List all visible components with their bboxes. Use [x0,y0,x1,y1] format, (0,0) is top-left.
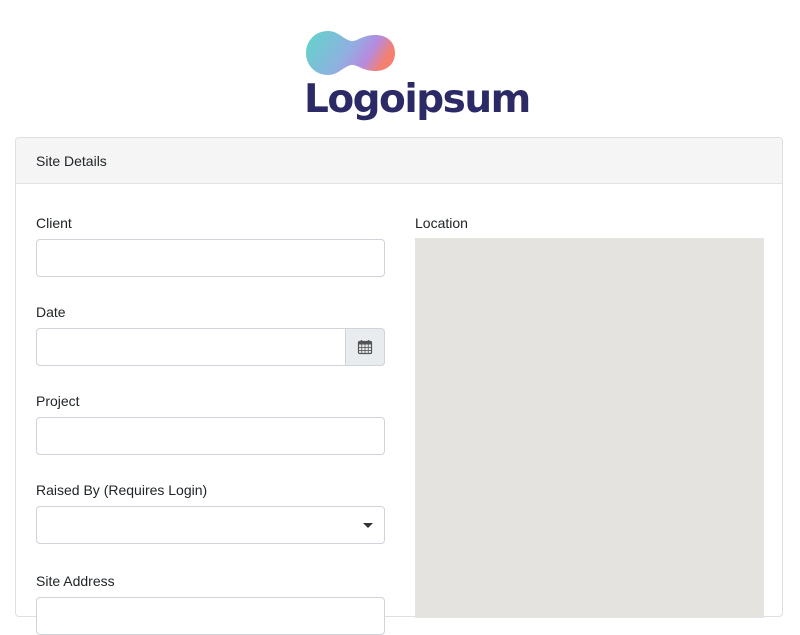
project-input[interactable] [36,417,385,455]
location-label: Location [415,215,468,231]
raised-by-select[interactable] [36,506,385,544]
logo: Logoipsum [0,0,800,130]
logo-mark-icon [306,31,395,75]
site-address-input[interactable] [36,597,385,635]
raised-by-label: Raised By (Requires Login) [36,482,208,498]
date-input[interactable] [36,328,346,366]
date-label: Date [36,304,66,320]
card-title: Site Details [36,152,107,169]
client-label: Client [36,215,72,231]
logo-text: Logoipsum [304,77,531,122]
site-details-card: Site Details Client Date Project Raised … [15,137,783,635]
date-input-group [36,328,385,366]
chevron-down-icon [363,523,373,528]
location-map[interactable] [415,238,764,618]
client-input[interactable] [36,239,385,277]
calendar-icon [357,340,373,355]
card-header: Site Details [16,138,782,184]
date-picker-button[interactable] [345,328,385,366]
site-address-label: Site Address [36,573,115,589]
project-label: Project [36,393,80,409]
